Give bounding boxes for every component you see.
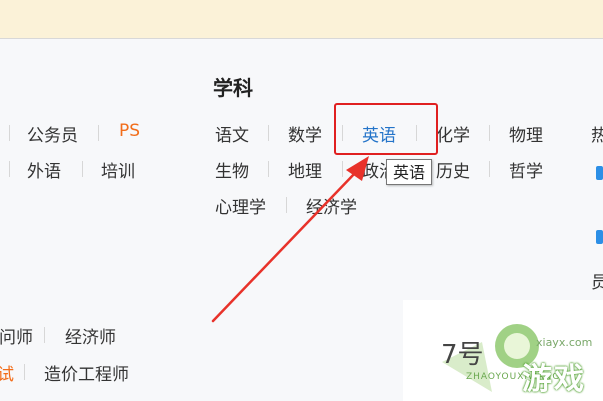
top-banner (0, 0, 603, 39)
separator (489, 125, 490, 141)
separator (489, 161, 490, 177)
edge-partial-text: 热 (591, 126, 603, 146)
subject-philosophy[interactable]: 哲学 (509, 157, 543, 182)
link-partial-exam[interactable]: 试 (0, 360, 14, 385)
separator (286, 197, 287, 213)
edge-partial-text: 员 (591, 273, 603, 293)
link-economist[interactable]: 经济师 (65, 323, 116, 348)
edge-blue-marker (596, 230, 603, 244)
subject-biology[interactable]: 生物 (215, 157, 249, 182)
watermark-brand: 游戏 (522, 362, 586, 397)
subject-economics[interactable]: 经济学 (306, 193, 357, 218)
separator (82, 161, 83, 177)
watermark-site: xiayx.com (536, 336, 593, 349)
subject-psychology[interactable]: 心理学 (215, 193, 266, 218)
subject-chemistry[interactable]: 化学 (436, 121, 470, 146)
separator (98, 125, 99, 141)
separator (24, 364, 25, 380)
separator (44, 327, 45, 343)
edge-blue-marker (596, 166, 603, 180)
subject-physics[interactable]: 物理 (509, 121, 543, 146)
link-civil-servant[interactable]: 公务员 (27, 121, 78, 146)
separator (9, 161, 10, 177)
link-ps[interactable]: PS (119, 121, 140, 141)
separator (342, 161, 343, 177)
link-foreign-language[interactable]: 外语 (27, 157, 61, 182)
link-training[interactable]: 培训 (101, 157, 135, 182)
subject-history[interactable]: 历史 (436, 157, 470, 182)
link-cost-engineer[interactable]: 造价工程师 (44, 360, 129, 385)
link-partial-teacher[interactable]: 问师 (0, 323, 33, 348)
separator (268, 161, 269, 177)
highlight-box (334, 103, 438, 155)
subject-math[interactable]: 数学 (288, 121, 322, 146)
separator (268, 125, 269, 141)
subject-geography[interactable]: 地理 (288, 157, 322, 182)
separator (9, 125, 10, 141)
section-heading: 学科 (213, 76, 253, 100)
subject-chinese[interactable]: 语文 (215, 121, 249, 146)
watermark-number: 7号 (441, 340, 484, 370)
tooltip: 英语 (386, 159, 432, 185)
